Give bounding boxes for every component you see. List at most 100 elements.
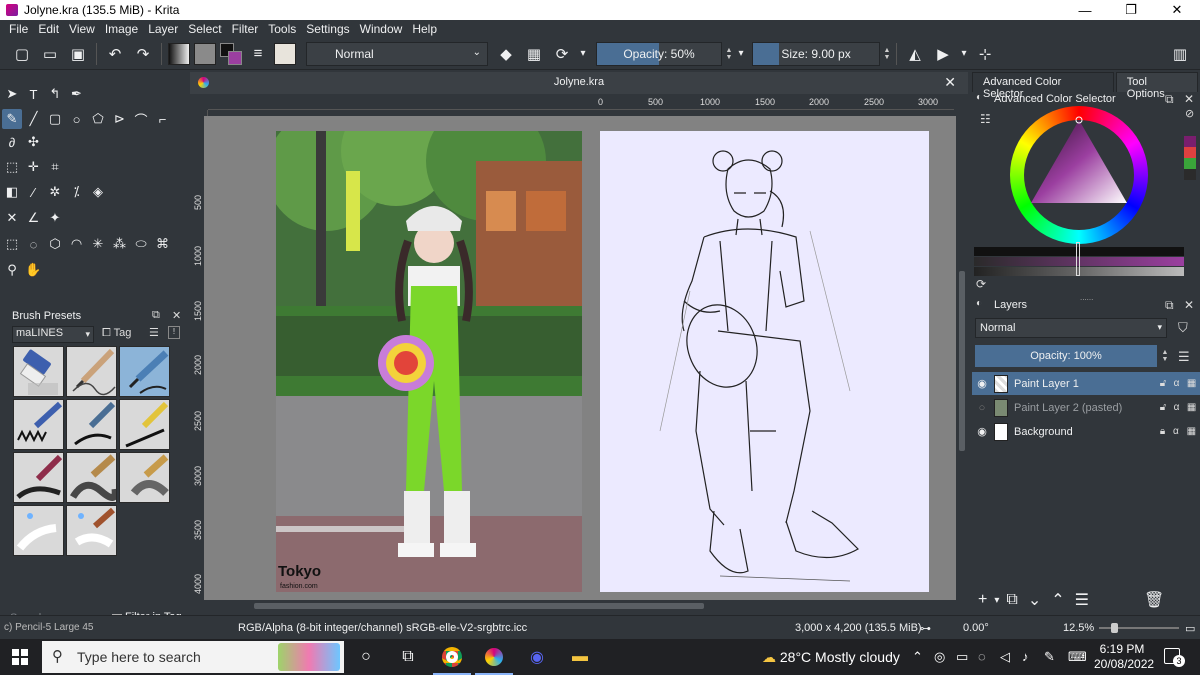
close-docker-icon[interactable]: ✕	[1184, 298, 1194, 312]
sketch-canvas[interactable]	[600, 131, 929, 592]
mirror-vertical-icon[interactable]: ▶	[931, 42, 955, 66]
wraparound-icon[interactable]: ⊹	[973, 42, 997, 66]
fill-tool-icon[interactable]: ◈	[88, 182, 108, 202]
discord-app-icon[interactable]: ◉	[525, 645, 549, 669]
save-icon[interactable]: ▣	[66, 42, 90, 66]
inherit-alpha-icon[interactable]: ▦	[1187, 426, 1196, 437]
menu-edit[interactable]: Edit	[33, 22, 64, 36]
assistant-tool-icon[interactable]: ✕	[2, 208, 22, 228]
battery-icon[interactable]: ▭	[956, 649, 968, 665]
similar-select-tool-icon[interactable]: ⁂	[110, 234, 130, 254]
layer-blend-mode-select[interactable]: Normal ▾	[975, 318, 1167, 338]
filter-icon[interactable]: ⛉	[1178, 320, 1188, 336]
rotation-icon[interactable]: ⊶	[920, 622, 931, 635]
splitter-handle[interactable]: ......	[1080, 293, 1093, 302]
scrollbar-thumb[interactable]	[959, 271, 965, 451]
brush-settings-icon[interactable]: ≡	[246, 42, 270, 66]
rect-select-tool-icon[interactable]: ⬚	[2, 234, 22, 254]
layer-options-icon[interactable]: ☰	[1178, 349, 1190, 365]
polygon-tool-icon[interactable]: ⬠	[88, 109, 108, 129]
lock-icon[interactable]: 🔒︎	[1160, 426, 1165, 437]
eraser-mode-icon[interactable]: ◆	[494, 42, 518, 66]
pattern-swatch[interactable]	[194, 42, 216, 65]
menu-image[interactable]: Image	[100, 22, 143, 36]
saturation-value-triangle[interactable]	[1010, 106, 1148, 244]
alpha-lock-icon[interactable]: α	[1174, 378, 1180, 389]
polyline-tool-icon[interactable]: ⊳	[110, 109, 130, 129]
tab-advanced-color-selector[interactable]: Advanced Color Selector	[972, 72, 1114, 100]
menu-tools[interactable]: Tools	[263, 22, 301, 36]
workspace-chooser-icon[interactable]: ▥	[1168, 42, 1192, 66]
vertical-scrollbar[interactable]	[956, 116, 968, 600]
brush-preset-eraser[interactable]	[13, 346, 64, 397]
gradient-swatch[interactable]	[168, 42, 190, 65]
size-slider[interactable]: Size: 9.00 px	[752, 41, 880, 66]
chrome-app-icon[interactable]	[440, 645, 464, 669]
layer-properties-icon[interactable]: ☰	[1075, 590, 1089, 610]
text-tool-icon[interactable]: T	[24, 84, 44, 104]
tag-select[interactable]: maLINES ▾	[12, 326, 94, 343]
maximize-button[interactable]: ❐	[1108, 0, 1154, 20]
alpha-lock-icon[interactable]: α	[1174, 402, 1180, 413]
bezier-select-tool-icon[interactable]: ⬭	[131, 234, 151, 254]
no-color-icon[interactable]: ⊘	[1185, 107, 1194, 120]
lock-icon[interactable]: 🔓︎	[1160, 378, 1166, 389]
move-layer-down-icon[interactable]: ⌄	[1028, 590, 1041, 610]
gradient-tool-icon[interactable]: ◧	[2, 182, 22, 202]
zoom-slider-thumb[interactable]	[1111, 623, 1118, 633]
reload-preset-icon[interactable]: ⟳	[550, 42, 574, 66]
visibility-eye-icon[interactable]: ◉	[972, 377, 992, 390]
tab-tool-options[interactable]: Tool Options	[1115, 72, 1198, 100]
widgets-icon[interactable]: ⧉	[396, 645, 420, 669]
view-options-icon[interactable]: ☰	[149, 326, 159, 339]
pan-tool-icon[interactable]: ✋	[24, 260, 44, 280]
menu-file[interactable]: File	[4, 22, 33, 36]
edit-shapes-tool-icon[interactable]: ↰	[45, 84, 65, 104]
ellipse-select-tool-icon[interactable]: ◌	[24, 234, 44, 254]
refresh-icon[interactable]: ⟳	[976, 277, 986, 291]
fg-bg-color-swatch[interactable]	[220, 42, 242, 65]
brush-preset-bristles[interactable]	[119, 452, 170, 503]
layer-row[interactable]: ○ Paint Layer 2 (pasted) 🔓︎ α ▦	[972, 396, 1200, 419]
magnetic-select-tool-icon[interactable]: ⌘	[153, 234, 173, 254]
menu-select[interactable]: Select	[183, 22, 226, 36]
contiguous-select-tool-icon[interactable]: ✳	[88, 234, 108, 254]
import-resource-icon[interactable]: !	[168, 326, 180, 339]
document-tab-title[interactable]: Jolyne.kra	[190, 76, 968, 88]
hue-ring[interactable]	[1010, 106, 1148, 244]
ellipse-tool-icon[interactable]: ○	[67, 109, 87, 129]
task-view-icon[interactable]: ○	[354, 645, 378, 669]
crop-tool-icon[interactable]: ⌗	[45, 157, 65, 177]
minimize-button[interactable]: —	[1062, 0, 1108, 20]
float-docker-icon[interactable]: ⧉	[1165, 298, 1174, 313]
measure-tool-icon[interactable]: ∠	[24, 208, 44, 228]
float-docker-icon[interactable]: ⧉	[1165, 92, 1174, 107]
chevron-down-icon[interactable]: ▾	[994, 595, 999, 606]
scrollbar-thumb[interactable]	[254, 603, 704, 609]
freehand-select-tool-icon[interactable]: ◠	[67, 234, 87, 254]
colorize-mask-tool-icon[interactable]: ⁒	[67, 182, 87, 202]
pen-icon[interactable]: ✎	[1044, 649, 1055, 665]
opacity-slider[interactable]: Opacity: 50%	[596, 41, 722, 66]
background-color[interactable]	[228, 50, 242, 65]
reference-images-tool-icon[interactable]: ✦	[45, 208, 65, 228]
transform-tool-icon[interactable]: ⬚	[2, 157, 22, 177]
smart-patch-tool-icon[interactable]: ✲	[45, 182, 65, 202]
delete-layer-icon[interactable]: 🗑︎	[1144, 590, 1164, 610]
speaker-icon[interactable]: ♪	[1022, 649, 1029, 664]
rectangle-tool-icon[interactable]: ▢	[45, 109, 65, 129]
file-explorer-icon[interactable]: ▬	[568, 645, 592, 669]
tag-menu-button[interactable]: ⧠ Tag	[102, 327, 131, 340]
color-history-strip[interactable]	[1184, 136, 1196, 180]
reference-photo[interactable]: Tokyo fashion.com	[276, 131, 582, 592]
menu-layer[interactable]: Layer	[143, 22, 183, 36]
add-layer-icon[interactable]: +	[978, 591, 987, 609]
keyboard-icon[interactable]: ⌨	[1068, 649, 1087, 665]
meet-now-icon[interactable]: ◎	[934, 649, 945, 665]
dynamic-brush-tool-icon[interactable]: ∂	[2, 132, 22, 152]
polygon-select-tool-icon[interactable]: ⬡	[45, 234, 65, 254]
line-tool-icon[interactable]: ╱	[24, 109, 44, 129]
notification-center-icon[interactable]: 3	[1164, 648, 1185, 667]
multibrush-tool-icon[interactable]: ✣	[24, 132, 44, 152]
layer-row[interactable]: ◉ Paint Layer 1 🔓︎ α ▦	[972, 372, 1200, 395]
